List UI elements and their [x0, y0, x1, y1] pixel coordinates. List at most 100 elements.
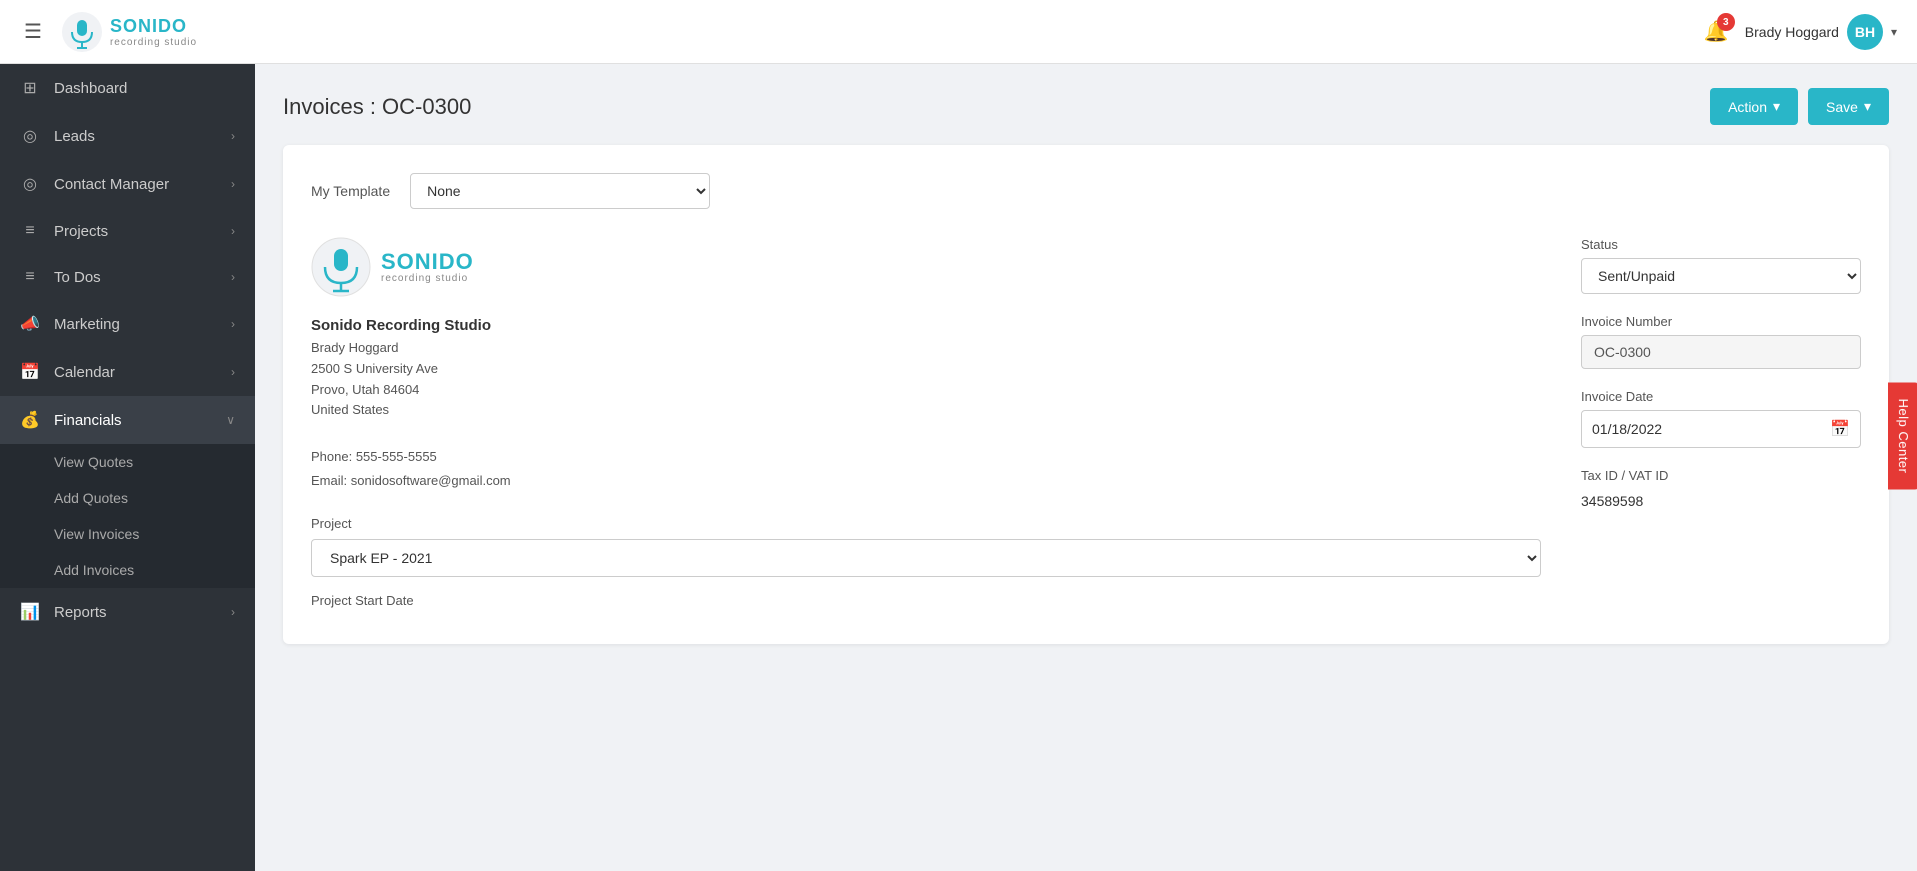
template-select[interactable]: None Template 1 Template 2	[410, 173, 710, 209]
action-chevron-icon: ▾	[1773, 98, 1780, 115]
company-logo-icon	[311, 237, 371, 297]
financials-chevron-icon: ∨	[226, 413, 235, 427]
notification-badge: 3	[1717, 13, 1735, 31]
sidebar-item-dashboard[interactable]: ⊞ Dashboard	[0, 64, 255, 112]
brand-name: SONIDO	[110, 16, 197, 37]
sidebar-item-contact-manager[interactable]: ◎ Contact Manager ›	[0, 160, 255, 208]
save-button[interactable]: Save ▾	[1808, 88, 1889, 125]
navbar-left: ☰ SONIDO recording studio	[20, 12, 197, 52]
company-phone: Phone: 555-555-5555	[311, 445, 1541, 468]
todos-chevron-icon: ›	[231, 270, 235, 284]
user-menu[interactable]: Brady Hoggard BH ▾	[1745, 14, 1897, 50]
sidebar-item-marketing[interactable]: 📣 Marketing ›	[0, 300, 255, 348]
template-row: My Template None Template 1 Template 2	[311, 173, 1861, 209]
company-email: Email: sonidosoftware@gmail.com	[311, 469, 1541, 492]
sidebar-item-label: Calendar	[54, 364, 115, 381]
sidebar-item-label: Reports	[54, 604, 107, 621]
phone-value: 555-555-5555	[356, 449, 437, 464]
projects-chevron-icon: ›	[231, 224, 235, 238]
company-info: Sonido Recording Studio Brady Hoggard 25…	[311, 317, 1541, 421]
page-title: Invoices : OC-0300	[283, 94, 471, 120]
company-address1: 2500 S University Ave	[311, 359, 1541, 380]
invoice-number-field-group: Invoice Number	[1581, 314, 1861, 369]
brand-sub: recording studio	[110, 37, 197, 48]
company-contact: Brady Hoggard	[311, 338, 1541, 359]
navbar-right: 🔔 3 Brady Hoggard BH ▾	[1704, 14, 1897, 50]
template-label: My Template	[311, 183, 390, 199]
user-chevron-icon: ▾	[1891, 25, 1897, 39]
sidebar-item-label: Leads	[54, 128, 95, 145]
sidebar-item-label: Contact Manager	[54, 176, 169, 193]
sidebar-item-financials[interactable]: 💰 Financials ∨	[0, 396, 255, 444]
sidebar-item-label: Financials	[54, 412, 122, 429]
invoice-right: Status Sent/Unpaid Paid Draft Overdue In…	[1581, 237, 1861, 616]
status-select[interactable]: Sent/Unpaid Paid Draft Overdue	[1581, 258, 1861, 294]
leads-chevron-icon: ›	[231, 129, 235, 143]
invoice-date-input[interactable]	[1582, 413, 1816, 445]
page-header: Invoices : OC-0300 Action ▾ Save ▾	[283, 88, 1889, 125]
invoice-date-field-group: Invoice Date 📅	[1581, 389, 1861, 448]
help-center-tab[interactable]: Help Center	[1888, 382, 1917, 489]
status-field-group: Status Sent/Unpaid Paid Draft Overdue	[1581, 237, 1861, 294]
invoice-left: SONIDO recording studio Sonido Recording…	[311, 237, 1541, 616]
logo-icon	[62, 12, 102, 52]
leads-icon: ◎	[20, 126, 40, 146]
sidebar-item-projects[interactable]: ≡ Projects ›	[0, 208, 255, 254]
sidebar-subitem-add-invoices[interactable]: Add Invoices	[0, 552, 255, 588]
project-section: Project Spark EP - 2021 Project 2 Projec…	[311, 516, 1541, 608]
brand-name: SONIDO	[381, 251, 474, 273]
brand-sub: recording studio	[381, 273, 474, 284]
invoice-number-label: Invoice Number	[1581, 314, 1861, 329]
save-chevron-icon: ▾	[1864, 98, 1871, 115]
user-name: Brady Hoggard	[1745, 24, 1839, 40]
company-country: United States	[311, 400, 1541, 421]
sidebar-item-label: Marketing	[54, 316, 120, 333]
company-name: Sonido Recording Studio	[311, 317, 1541, 334]
financials-submenu: View Quotes Add Quotes View Invoices Add…	[0, 444, 255, 588]
sidebar-item-label: Dashboard	[54, 80, 127, 97]
project-start-date-label: Project Start Date	[311, 593, 1541, 608]
sidebar-item-reports[interactable]: 📊 Reports ›	[0, 588, 255, 636]
bell-button[interactable]: 🔔 3	[1704, 19, 1729, 44]
email-label: Email:	[311, 473, 347, 488]
tax-id-label: Tax ID / VAT ID	[1581, 468, 1861, 483]
tax-id-field-group: Tax ID / VAT ID 34589598	[1581, 468, 1861, 513]
sidebar-item-label: To Dos	[54, 269, 101, 286]
company-address2: Provo, Utah 84604	[311, 380, 1541, 401]
tax-id-value: 34589598	[1581, 489, 1861, 513]
invoice-date-row: 📅	[1581, 410, 1861, 448]
invoice-date-label: Invoice Date	[1581, 389, 1861, 404]
calendar-chevron-icon: ›	[231, 365, 235, 379]
sidebar-subitem-add-quotes[interactable]: Add Quotes	[0, 480, 255, 516]
hamburger-button[interactable]: ☰	[20, 15, 46, 48]
sidebar-item-leads[interactable]: ◎ Leads ›	[0, 112, 255, 160]
sidebar: ⊞ Dashboard ◎ Leads › ◎ Contact Manager …	[0, 64, 255, 871]
logo-text: SONIDO recording studio	[110, 16, 197, 48]
main-layout: ⊞ Dashboard ◎ Leads › ◎ Contact Manager …	[0, 64, 1917, 871]
status-label: Status	[1581, 237, 1861, 252]
project-label: Project	[311, 516, 1541, 531]
header-actions: Action ▾ Save ▾	[1710, 88, 1889, 125]
email-value: sonidosoftware@gmail.com	[351, 473, 511, 488]
sidebar-item-todos[interactable]: ≡ To Dos ›	[0, 254, 255, 300]
contact-manager-icon: ◎	[20, 174, 40, 194]
avatar: BH	[1847, 14, 1883, 50]
reports-icon: 📊	[20, 602, 40, 622]
sidebar-subitem-view-invoices[interactable]: View Invoices	[0, 516, 255, 552]
sidebar-item-calendar[interactable]: 📅 Calendar ›	[0, 348, 255, 396]
action-button[interactable]: Action ▾	[1710, 88, 1798, 125]
contact-manager-chevron-icon: ›	[231, 177, 235, 191]
reports-chevron-icon: ›	[231, 605, 235, 619]
company-brand: SONIDO recording studio	[381, 251, 474, 284]
phone-label: Phone:	[311, 449, 352, 464]
company-logo: SONIDO recording studio	[311, 237, 1541, 297]
sidebar-item-label: Projects	[54, 223, 108, 240]
invoice-number-input[interactable]	[1581, 335, 1861, 369]
logo-area: SONIDO recording studio	[62, 12, 197, 52]
sidebar-subitem-view-quotes[interactable]: View Quotes	[0, 444, 255, 480]
project-select[interactable]: Spark EP - 2021 Project 2 Project 3	[311, 539, 1541, 577]
invoice-card: My Template None Template 1 Template 2	[283, 145, 1889, 644]
calendar-icon: 📅	[20, 362, 40, 382]
calendar-button[interactable]: 📅	[1820, 411, 1860, 447]
todos-icon: ≡	[20, 268, 40, 286]
